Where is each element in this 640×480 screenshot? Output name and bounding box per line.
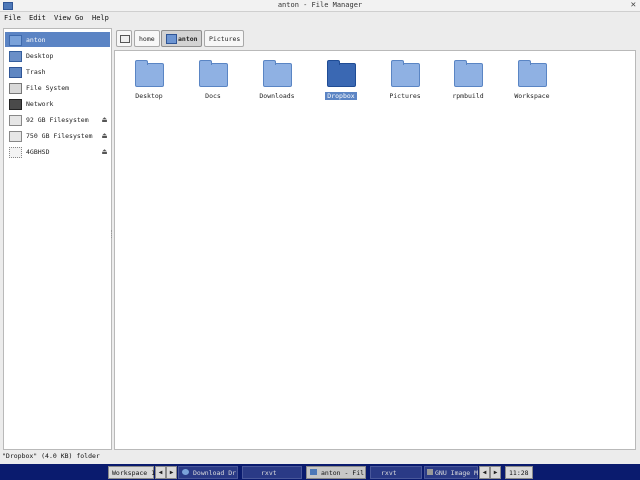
folder-icon <box>391 60 420 87</box>
taskbar: Workspace 1 ◀ ▶ Download Dr rxvt anton -… <box>0 464 640 480</box>
menu-help[interactable]: Help <box>92 14 109 22</box>
path-button-home[interactable]: home <box>134 30 160 47</box>
task-button-rxvt-1[interactable]: rxvt <box>242 466 302 479</box>
sidebar-item-label: Desktop <box>26 52 54 60</box>
sidebar-item-anton[interactable]: anton <box>5 32 110 47</box>
gimp-icon <box>427 469 433 475</box>
folder-icon <box>327 60 356 87</box>
drive-icon <box>9 131 22 142</box>
sidebar-item-750gb[interactable]: 750 GB Filesystem ⏏ <box>5 128 110 143</box>
menu-file[interactable]: File <box>4 14 21 22</box>
path-button-anton[interactable]: anton <box>161 30 202 47</box>
sidebar-item-desktop[interactable]: Desktop <box>5 48 110 63</box>
eject-icon[interactable]: ⏏ <box>102 147 107 156</box>
window-title: anton - File Manager <box>277 1 363 9</box>
folder-icon <box>199 60 228 87</box>
folder-item-downloads[interactable]: Downloads <box>245 59 309 107</box>
folder-icon <box>454 60 483 87</box>
sidebar-item-label: 4GBHSD <box>26 148 50 156</box>
task-button-rxvt-2[interactable]: rxvt <box>370 466 422 479</box>
home-folder-icon <box>166 34 177 44</box>
task-button-download[interactable]: Download Dr <box>178 466 238 479</box>
sidebar-item-label: 750 GB Filesystem <box>26 132 93 140</box>
menu-go[interactable]: Go <box>75 14 83 22</box>
sidebar-item-4gbhsd[interactable]: 4GBHSD ⏏ <box>5 144 110 159</box>
tasks-next-icon[interactable]: ▶ <box>490 466 501 479</box>
menu-edit[interactable]: Edit <box>29 14 46 22</box>
toggle-location-button[interactable] <box>116 30 132 47</box>
browser-icon <box>182 469 189 475</box>
folder-item-pictures[interactable]: Pictures <box>373 59 437 107</box>
drive-icon <box>9 115 22 126</box>
folder-icon <box>263 60 292 87</box>
close-icon[interactable]: ✕ <box>631 0 636 10</box>
drive-icon <box>120 35 130 43</box>
folder-item-dropbox[interactable]: Dropbox <box>309 59 373 107</box>
title-bar: anton - File Manager ✕ <box>0 0 640 12</box>
folder-icon <box>135 60 164 87</box>
sidebar-item-network[interactable]: Network <box>5 96 110 111</box>
sidebar-item-label: File System <box>26 84 70 92</box>
workspace-prev-icon[interactable]: ◀ <box>155 466 166 479</box>
sidebar-item-label: Trash <box>26 68 46 76</box>
eject-icon[interactable]: ⏏ <box>102 115 107 124</box>
folder-item-workspace[interactable]: Workspace <box>500 59 564 107</box>
workspace-switcher[interactable]: Workspace 1 <box>108 466 155 479</box>
sidebar-item-filesystem[interactable]: File System <box>5 80 110 95</box>
folder-icon <box>518 60 547 87</box>
task-button-file-manager[interactable]: anton - Fil <box>306 466 366 479</box>
workspace-next-icon[interactable]: ▶ <box>166 466 177 479</box>
path-button-pictures[interactable]: Pictures <box>204 30 244 47</box>
network-icon <box>9 99 22 110</box>
folder-item-desktop[interactable]: Desktop <box>117 59 181 107</box>
sidebar-item-92gb[interactable]: 92 GB Filesystem ⏏ <box>5 112 110 127</box>
file-view[interactable]: Desktop Docs Downloads Dropbox Pictures … <box>114 50 636 450</box>
sidebar-item-label: 92 GB Filesystem <box>26 116 89 124</box>
desktop-icon <box>9 51 22 62</box>
places-sidebar: anton Desktop Trash File System Network … <box>3 28 112 450</box>
home-folder-icon <box>9 35 22 46</box>
menu-view[interactable]: View <box>54 14 71 22</box>
sidebar-item-trash[interactable]: Trash <box>5 64 110 79</box>
sidebar-item-label: anton <box>26 36 46 44</box>
trash-icon <box>9 67 22 78</box>
filesystem-icon <box>9 83 22 94</box>
folder-item-rpmbuild[interactable]: rpmbuild <box>436 59 500 107</box>
folder-item-docs[interactable]: Docs <box>181 59 245 107</box>
folder-icon <box>310 469 317 475</box>
tasks-prev-icon[interactable]: ◀ <box>479 466 490 479</box>
status-bar-text: "Dropbox" (4.0 KB) folder <box>2 452 100 460</box>
usb-drive-icon <box>9 147 22 158</box>
menu-bar: File Edit View Go Help <box>0 12 640 24</box>
eject-icon[interactable]: ⏏ <box>102 131 107 140</box>
task-button-gimp[interactable]: GNU Image M <box>424 466 478 479</box>
sidebar-item-label: Network <box>26 100 54 108</box>
clock: 11:28 <box>505 466 533 479</box>
